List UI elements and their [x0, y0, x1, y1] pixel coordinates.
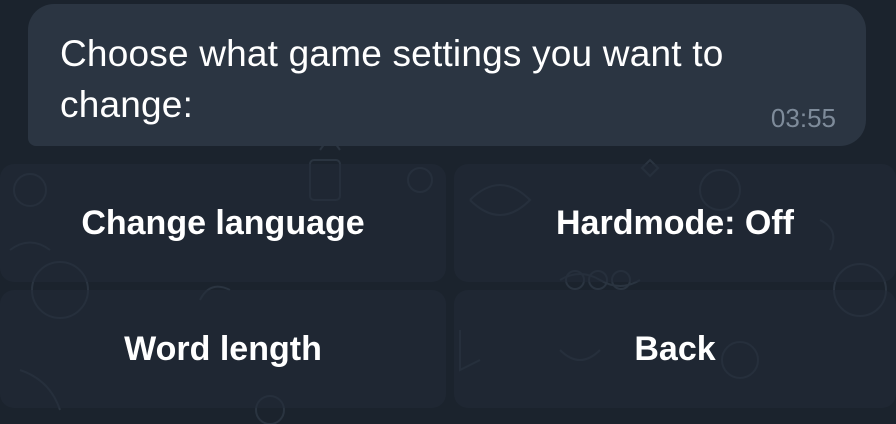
- back-button[interactable]: Back: [454, 290, 896, 408]
- change-language-button[interactable]: Change language: [0, 164, 446, 282]
- message-bubble: Choose what game settings you want to ch…: [28, 4, 866, 146]
- message-timestamp: 03:55: [770, 103, 836, 133]
- hardmode-toggle-button[interactable]: Hardmode: Off: [454, 164, 896, 282]
- message-text: Choose what game settings you want to ch…: [60, 33, 724, 125]
- word-length-button[interactable]: Word length: [0, 290, 446, 408]
- chat-background: Choose what game settings you want to ch…: [0, 0, 896, 424]
